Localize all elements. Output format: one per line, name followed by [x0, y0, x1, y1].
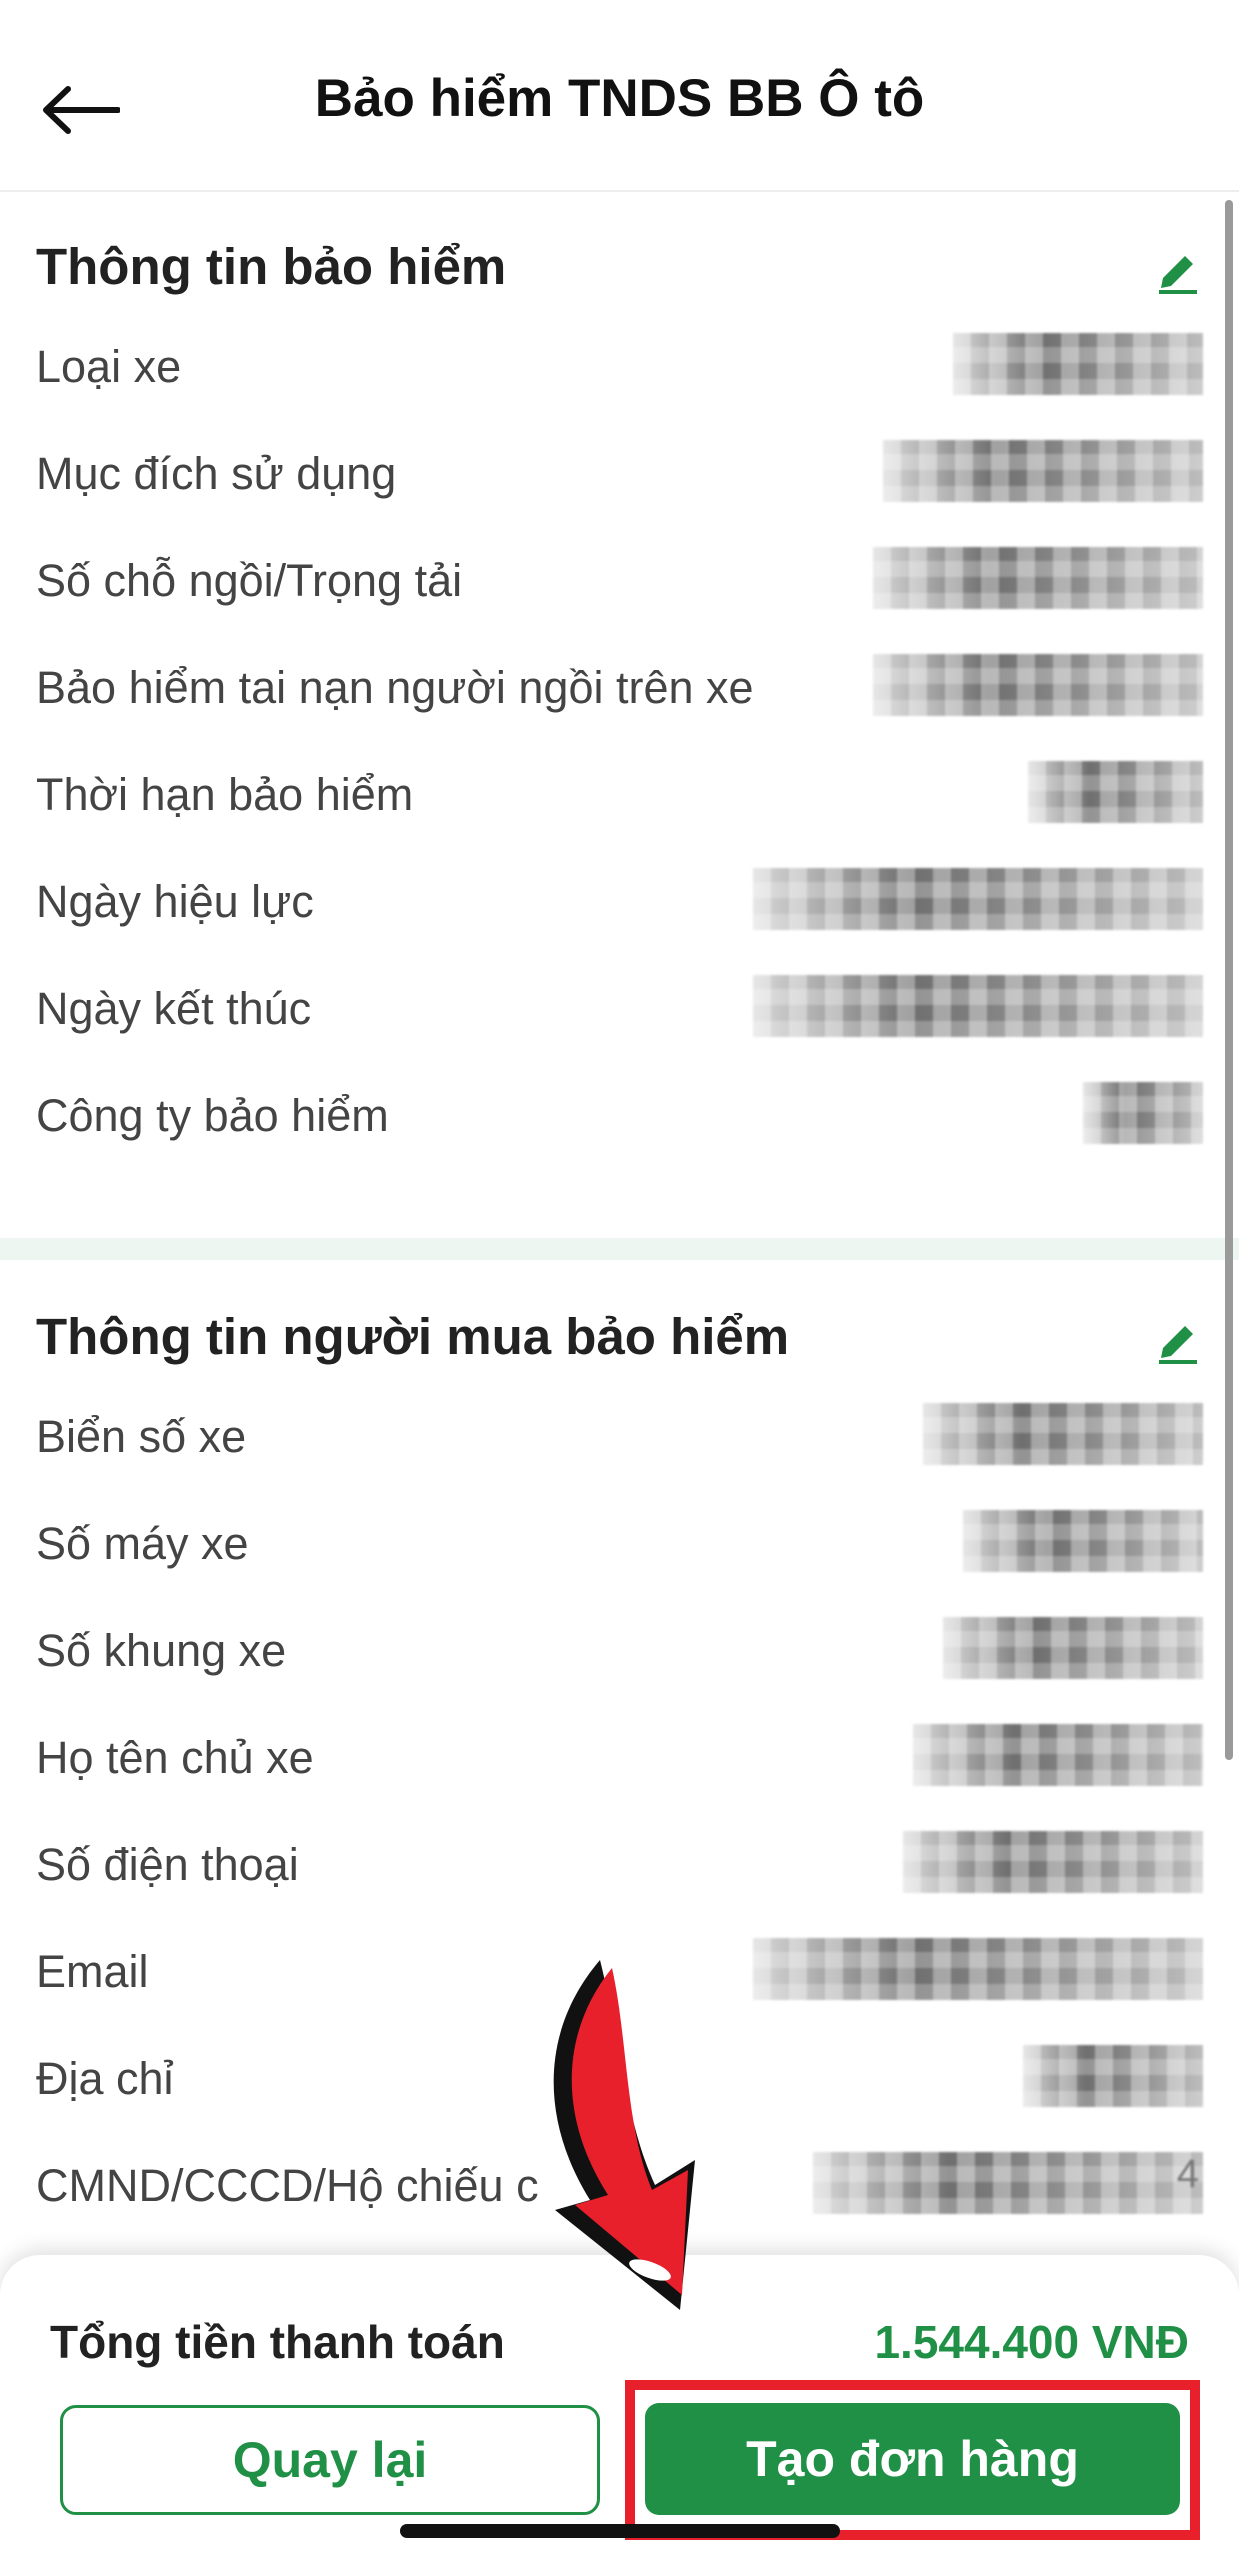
blurred-value [923, 1403, 1203, 1465]
buyer-row-phone: Số điện thoại [36, 1825, 1203, 1905]
blurred-value [753, 1938, 1203, 2000]
blurred-value [903, 1831, 1203, 1893]
blurred-value [953, 333, 1203, 395]
blurred-value [873, 654, 1203, 716]
info-row-passenger-accident: Bảo hiểm tai nạn người ngồi trên xe [36, 648, 1203, 728]
blurred-value [1028, 761, 1203, 823]
blurred-value [883, 440, 1203, 502]
section-title: Thông tin bảo hiểm [36, 238, 507, 295]
create-order-button[interactable]: Tạo đơn hàng [645, 2403, 1180, 2515]
blurred-value [873, 547, 1203, 609]
info-row-usage-purpose: Mục đích sử dụng [36, 434, 1203, 514]
blurred-value: 4 [813, 2152, 1203, 2214]
blurred-value [1023, 2045, 1203, 2107]
info-row-vehicle-type: Loại xe [36, 327, 1203, 407]
total-label: Tổng tiền thanh toán [50, 2316, 505, 2368]
back-button-footer[interactable]: Quay lại [60, 2405, 600, 2515]
info-row-seats-load: Số chỗ ngồi/Trọng tải [36, 541, 1203, 621]
pencil-icon[interactable] [1153, 1314, 1203, 1364]
buyer-row-chassis-number: Số khung xe [36, 1611, 1203, 1691]
buyer-row-plate-number: Biển số xe [36, 1397, 1203, 1477]
buyer-row-owner-name: Họ tên chủ xe [36, 1718, 1203, 1798]
home-indicator [400, 2524, 840, 2538]
section-title: Thông tin người mua bảo hiểm [36, 1308, 790, 1365]
page-title: Bảo hiểm TNDS BB Ô tô [314, 69, 925, 128]
scrollbar[interactable] [1225, 200, 1233, 1760]
info-row-end-date: Ngày kết thúc [36, 969, 1203, 1049]
curved-arrow-icon [553, 1960, 695, 2310]
app-header: Bảo hiểm TNDS BB Ô tô [0, 0, 1239, 192]
blurred-value [1083, 1082, 1203, 1144]
pencil-icon[interactable] [1153, 244, 1203, 294]
total-amount: 1.544.400 VNĐ [874, 2316, 1189, 2368]
blurred-value [753, 975, 1203, 1037]
info-row-effective-date: Ngày hiệu lực [36, 862, 1203, 942]
info-row-insurer: Công ty bảo hiểm [36, 1076, 1203, 1156]
buyer-row-engine-number: Số máy xe [36, 1504, 1203, 1584]
insurance-info-section: Thông tin bảo hiểm Loại xe Mục đích sử d… [0, 192, 1239, 1232]
info-row-insurance-term: Thời hạn bảo hiểm [36, 755, 1203, 835]
blurred-value [963, 1510, 1203, 1572]
section-divider [0, 1238, 1239, 1260]
blurred-value [753, 868, 1203, 930]
blurred-value [913, 1724, 1203, 1786]
blurred-value [943, 1617, 1203, 1679]
